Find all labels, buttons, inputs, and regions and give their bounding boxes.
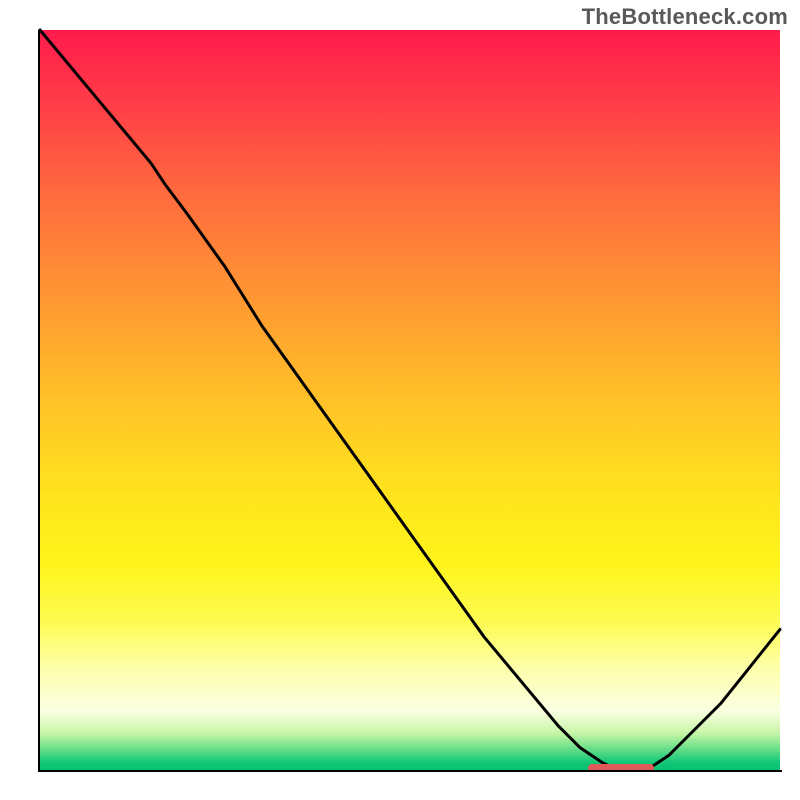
plot-area — [40, 30, 780, 770]
x-axis-line — [38, 770, 782, 772]
watermark-text: TheBottleneck.com — [582, 4, 788, 30]
curve-svg — [40, 30, 780, 770]
bottleneck-curve-path — [40, 30, 780, 770]
y-axis-line — [38, 30, 40, 772]
chart-canvas: TheBottleneck.com — [0, 0, 800, 800]
